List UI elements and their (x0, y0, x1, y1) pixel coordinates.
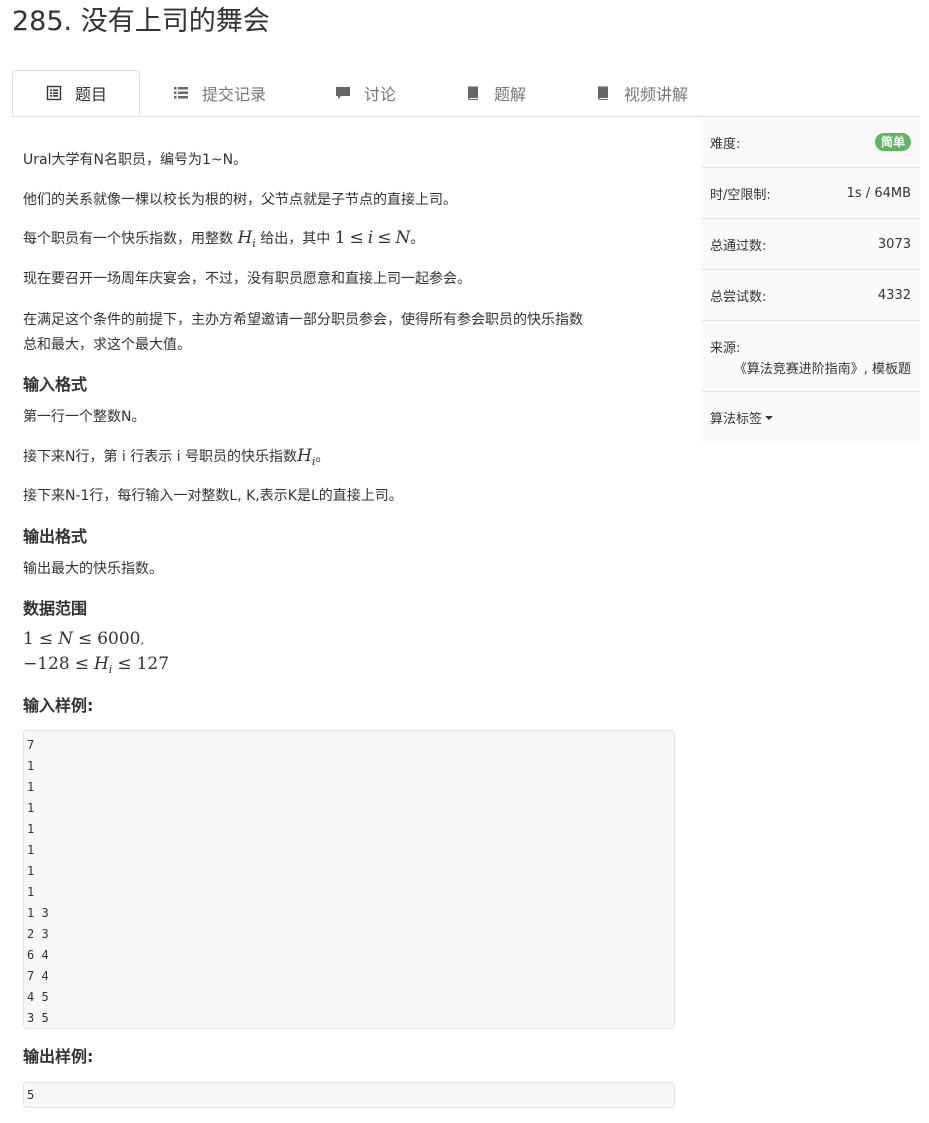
page-title: 285. 没有上司的舞会 (12, 6, 270, 37)
tab-bar: 题目 提交记录 讨论 题解 视频讲解 (12, 70, 920, 117)
input-format-line-1: 第一行一个整数N。 (23, 409, 146, 425)
limit-value: 1s / 64MB (846, 185, 911, 201)
sample-line: 4 5 (27, 990, 49, 1004)
tab-video-label: 视频讲解 (624, 85, 689, 104)
sample-line: 7 (27, 738, 35, 752)
sample-output-box[interactable]: 5 (23, 1082, 675, 1108)
difficulty-badge: 简单 (874, 133, 911, 151)
statement-happiness: 每个职员有一个快乐指数，用整数 Hi 给出，其中 1 ≤ i ≤ N。 (23, 228, 425, 250)
sample-line: 1 (27, 780, 35, 794)
tab-discussion[interactable]: 讨论 (334, 70, 396, 116)
data-range-heading: 数据范围 (23, 599, 88, 618)
bullet-list-icon (172, 84, 190, 102)
tab-solutions[interactable]: 题解 (464, 70, 526, 116)
sample-input-heading: 输入样例: (23, 696, 94, 715)
input-format-line-2: 接下来N行，第 i 行表示 i 号职员的快乐指数Hi。 (23, 446, 330, 468)
comment-icon (334, 84, 352, 102)
statement-tree: 他们的关系就像一棵以校长为根的树，父节点就是子节点的直接上司。 (23, 192, 457, 208)
difficulty-label: 难度: (710, 136, 741, 152)
sample-line: 1 3 (27, 906, 49, 920)
tab-discussion-label: 讨论 (364, 85, 397, 104)
output-format-heading: 输出格式 (23, 527, 88, 546)
output-format-line: 输出最大的快乐指数。 (23, 561, 163, 577)
tab-video[interactable]: 视频讲解 (594, 70, 688, 116)
statement-party: 现在要召开一场周年庆宴会，不过，没有职员愿意和直接上司一起参会。 (23, 271, 471, 287)
sample-line: 1 (27, 864, 35, 878)
sample-input-box[interactable]: 7 1 1 1 1 1 1 1 1 3 2 3 6 4 7 4 4 5 3 5 (23, 730, 675, 1029)
limit-row: 时/空限制: 1s / 64MB (701, 168, 920, 219)
sample-line: 1 (27, 843, 35, 857)
difficulty-row: 难度: 简单 (701, 117, 920, 168)
limit-label: 时/空限制: (710, 187, 771, 203)
algorithm-tags-toggle[interactable]: 算法标签 (701, 392, 920, 443)
algorithm-tags-label: 算法标签 (710, 412, 763, 427)
statement-goal-2: 总和最大，求这个最大值。 (23, 337, 191, 353)
sample-line: 6 4 (27, 948, 49, 962)
accepted-label: 总通过数: (710, 238, 767, 254)
data-range-line-2: −128 ≤ Hi ≤127 (23, 654, 170, 676)
tab-solutions-label: 题解 (494, 85, 527, 104)
input-format-line-3: 接下来N-1行，每行输入一对整数L, K,表示K是L的直接上司。 (23, 488, 403, 504)
sample-line: 1 (27, 759, 35, 773)
sample-line: 2 3 (27, 927, 49, 941)
sample-line: 1 (27, 822, 35, 836)
tab-submissions[interactable]: 提交记录 (172, 70, 266, 116)
input-format-heading: 输入格式 (23, 375, 88, 394)
sample-line: 1 (27, 801, 35, 815)
sample-output-heading: 输出样例: (23, 1047, 94, 1066)
accepted-value: 3073 (877, 236, 911, 252)
statement-goal-1: 在满足这个条件的前提下，主办方希望邀请一部分职员参会，使得所有参会职员的快乐指数 (23, 312, 583, 328)
book-icon (594, 84, 612, 102)
data-range-line-1: 1 ≤ N ≤6000, (23, 629, 144, 649)
accepted-row: 总通过数: 3073 (701, 219, 920, 270)
sample-line: 3 5 (27, 1011, 49, 1025)
source-label: 来源: (710, 341, 741, 356)
source-value: 《算法竞赛进阶指南》, 模板题 (733, 362, 911, 377)
book-icon (464, 84, 482, 102)
tab-submissions-label: 提交记录 (202, 85, 267, 104)
tab-problem[interactable]: 题目 (12, 70, 140, 116)
attempts-row: 总尝试数: 4332 (701, 270, 920, 321)
sample-line: 7 4 (27, 969, 49, 983)
caret-down-icon (765, 415, 774, 420)
attempts-value: 4332 (877, 287, 911, 303)
attempts-label: 总尝试数: (710, 289, 767, 305)
list-icon (45, 84, 63, 102)
sample-line: 5 (27, 1088, 35, 1102)
statement-intro: Ural大学有N名职员，编号为1~N。 (23, 152, 248, 168)
problem-sidebar: 难度: 简单 时/空限制: 1s / 64MB 总通过数: 3073 总尝试数:… (701, 117, 920, 443)
source-row: 来源: 《算法竞赛进阶指南》, 模板题 (701, 321, 920, 392)
tab-problem-label: 题目 (75, 85, 108, 104)
sample-line: 1 (27, 885, 35, 899)
